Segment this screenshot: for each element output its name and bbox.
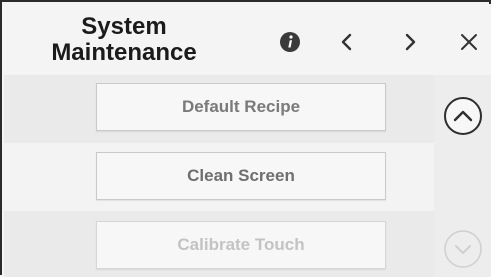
clean-screen-button[interactable]: Clean Screen <box>96 152 386 200</box>
scroll-up-icon[interactable] <box>442 95 484 137</box>
calibrate-touch-button[interactable]: Calibrate Touch <box>96 221 386 269</box>
chevron-right-icon[interactable] <box>396 28 424 56</box>
page-title-line1: System <box>81 13 167 40</box>
header: System Maintenance <box>4 4 491 75</box>
scroll-down-icon[interactable] <box>442 228 484 270</box>
chevron-left-icon[interactable] <box>333 28 361 56</box>
close-icon[interactable] <box>455 28 483 56</box>
info-icon[interactable] <box>276 28 304 56</box>
default-recipe-button[interactable]: Default Recipe <box>96 83 386 131</box>
page-title: System Maintenance <box>24 14 224 66</box>
page-title-line2: Maintenance <box>51 39 197 66</box>
window-frame: System Maintenance Default Recipe Clean … <box>0 0 491 277</box>
